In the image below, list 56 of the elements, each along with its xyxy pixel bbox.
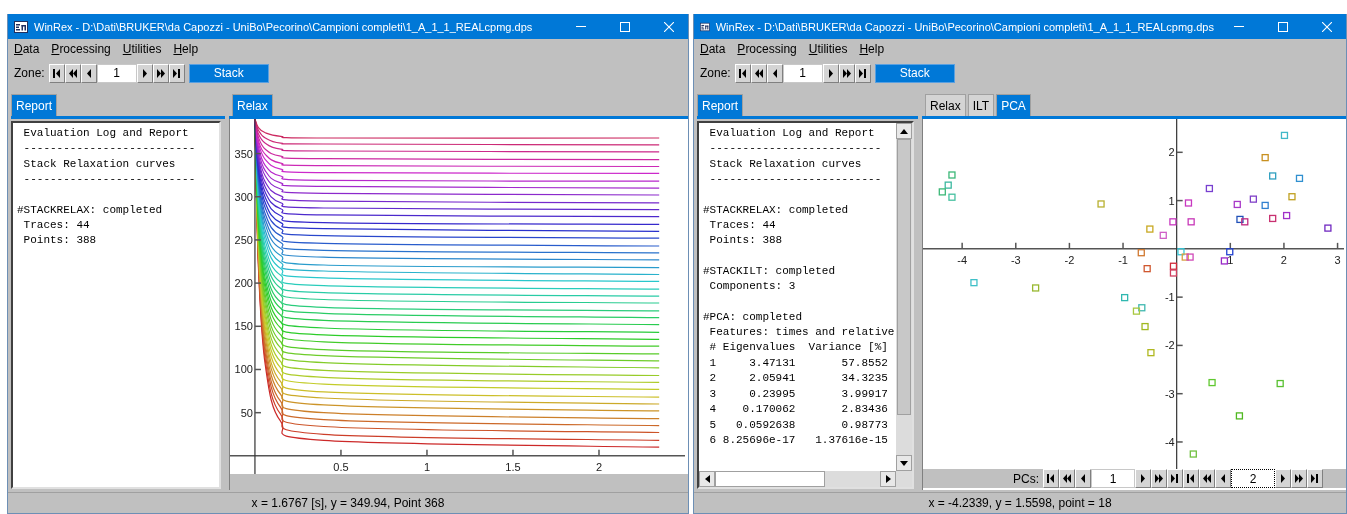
axis-tick-label: 350 xyxy=(234,147,253,160)
axis-tick-label: 200 xyxy=(234,277,253,290)
report-line: Components: 3 xyxy=(708,279,797,295)
axis-tick-label: -3 xyxy=(1164,387,1175,400)
window-title: WinRex - D:\Dati\BRUKER\da Capozzi - UniBo\Pecorino\Campioni completi\1_A_1_1_REALcpmg.dps xyxy=(715,20,1214,33)
report-line: Features: times and relative xyxy=(708,325,896,341)
axis-tick-label: -3 xyxy=(1010,253,1021,266)
report-line: Points: 388 xyxy=(22,233,98,249)
report-line: -------------------------- xyxy=(708,141,883,157)
report-line: -------------------------- xyxy=(22,141,197,157)
axis-tick-label: -2 xyxy=(1164,339,1175,352)
axis-tick-label: 150 xyxy=(234,320,253,333)
axis-tick-label: 1 xyxy=(1227,253,1234,266)
window-title: WinRex - D:\Dati\BRUKER\da Capozzi - UniBo\Pecorino\Campioni completi\1_A_1_1_REALcpmg.dps xyxy=(34,20,534,33)
axis-tick-label: 100 xyxy=(234,363,253,376)
report-line: 4 0.170062 2.83436 xyxy=(708,402,889,418)
report-line: Stack Relaxation curves xyxy=(22,156,177,172)
report-line: #STACKILT: completed xyxy=(703,263,837,279)
report-line: 6 8.25696e-17 1.37616e-15 xyxy=(708,432,889,448)
report-line: # Eigenvalues Variance [%] xyxy=(708,340,889,356)
pcs-label: PCs: xyxy=(1013,471,1039,486)
report-line: #STACKRELAX: completed xyxy=(17,202,164,218)
report-line: Stack Relaxation curves xyxy=(708,156,863,172)
axis-tick-label: 1 xyxy=(423,460,431,473)
axis-tick-label: -1 xyxy=(1164,291,1175,304)
report-line: 2 2.05941 34.3235 xyxy=(708,371,889,387)
axis-tick-label: 3 xyxy=(1334,253,1341,266)
report-line: -------------------------- xyxy=(22,172,197,188)
axis-tick-label: -1 xyxy=(1118,253,1128,266)
axis-tick-label: 2 xyxy=(595,460,603,473)
status-text: x = -4.2339, y = 1.5598, point = 18 xyxy=(928,496,1112,510)
axis-tick-label: 2 xyxy=(1168,146,1175,159)
zone-label: Zone: xyxy=(14,66,45,80)
report-line: -------------------------- xyxy=(708,172,883,188)
zone-label: Zone: xyxy=(700,66,731,80)
axis-tick-label: 1 xyxy=(1168,194,1175,207)
report-line: #PCA: completed xyxy=(703,309,804,325)
report-line: 3 0.23995 3.99917 xyxy=(708,386,889,402)
axis-tick-label: 0.5 xyxy=(333,460,349,473)
axis-tick-label: 2 xyxy=(1280,253,1287,266)
report-line: Evaluation Log and Report xyxy=(22,126,190,141)
axis-tick-label: -4 xyxy=(957,253,968,266)
axis-tick-label: 300 xyxy=(234,190,253,203)
axis-tick-label: 50 xyxy=(240,406,253,419)
report-line: Evaluation Log and Report xyxy=(708,126,876,141)
report-line: 5 0.0592638 0.98773 xyxy=(708,417,889,433)
status-text: x = 1.6767 [s], y = 349.94, Point 368 xyxy=(251,496,445,510)
report-line: Traces: 44 xyxy=(22,218,91,234)
axis-tick-label: -2 xyxy=(1064,253,1075,266)
axis-tick-label: -4 xyxy=(1164,435,1175,448)
report-line: #STACKRELAX: completed xyxy=(703,202,850,218)
report-line: Traces: 44 xyxy=(708,218,777,234)
axis-tick-label: 250 xyxy=(234,233,253,246)
report-line: 1 3.47131 57.8552 xyxy=(708,355,889,371)
report-line: Points: 388 xyxy=(708,233,784,249)
axis-tick-label: 1.5 xyxy=(505,460,521,473)
